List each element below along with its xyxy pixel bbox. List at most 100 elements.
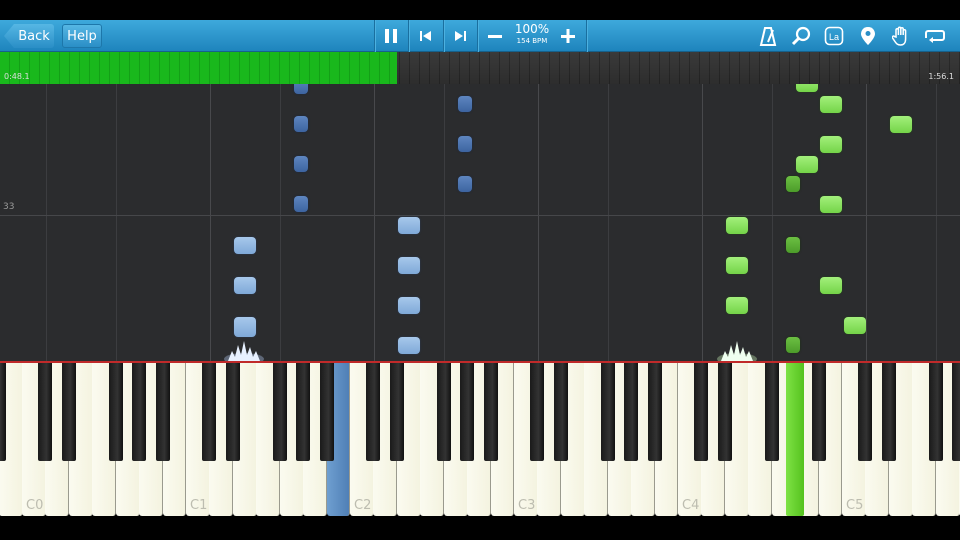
faster-button[interactable] (551, 20, 585, 52)
speed-percent: 100% (514, 22, 550, 36)
note-names-button[interactable]: La (817, 20, 851, 52)
falling-notes-area: 33 (0, 84, 960, 361)
note (796, 84, 818, 92)
black-key-a-sharp0[interactable] (155, 363, 170, 461)
black-key-f-sharp5[interactable] (928, 363, 943, 461)
total-time: 1:56.1 (928, 72, 954, 81)
note (398, 217, 420, 234)
note (294, 116, 308, 132)
grid-line (866, 84, 867, 361)
skip-forward-button[interactable] (443, 20, 477, 52)
grid-line (702, 84, 703, 361)
skip-back-button[interactable] (409, 20, 443, 52)
grid-line (210, 84, 211, 361)
black-key-d-sharp4[interactable] (717, 363, 732, 461)
song-progress-bar[interactable]: 0:48.1 1:56.1 (0, 52, 960, 84)
octave-label: C1 (190, 498, 208, 513)
note (786, 237, 800, 253)
black-key-a-sharp-1[interactable] (0, 363, 6, 461)
note (234, 237, 256, 254)
zoom-button[interactable] (784, 20, 818, 52)
note (844, 317, 866, 334)
black-key-c-sharp3[interactable] (530, 363, 545, 461)
pause-icon (385, 29, 397, 43)
black-key-d-sharp2[interactable] (389, 363, 404, 461)
black-key-f-sharp1[interactable] (272, 363, 287, 461)
grid-line (444, 84, 445, 361)
note (294, 156, 308, 172)
note (398, 297, 420, 314)
loop-button[interactable] (918, 20, 952, 52)
back-button[interactable]: Back (4, 24, 54, 48)
skip-back-icon (420, 31, 431, 41)
note (786, 337, 800, 353)
synthesia-app: Back Help 100% 154 BPM La 0:48.1 1:56.1 … (0, 0, 960, 540)
black-key-d-sharp0[interactable] (61, 363, 76, 461)
toolbar: Back Help 100% 154 BPM La (0, 20, 960, 52)
black-key-g-sharp2[interactable] (460, 363, 475, 461)
octave-label: C5 (846, 498, 864, 513)
black-key-d-sharp5[interactable] (881, 363, 896, 461)
black-key-d-sharp3[interactable] (553, 363, 568, 461)
note (820, 196, 842, 213)
note (820, 136, 842, 153)
black-key-c-sharp2[interactable] (366, 363, 381, 461)
help-button[interactable]: Help (62, 24, 102, 48)
location-pin-icon (861, 27, 875, 45)
black-key-a-sharp3[interactable] (647, 363, 662, 461)
black-key-f-sharp0[interactable] (108, 363, 123, 461)
slower-button[interactable] (478, 20, 512, 52)
measure-number: 33 (3, 202, 15, 212)
black-key-g-sharp3[interactable] (624, 363, 639, 461)
note (458, 96, 472, 112)
bookmark-button[interactable] (851, 20, 885, 52)
hands-button[interactable] (884, 20, 918, 52)
pause-button[interactable] (374, 20, 408, 52)
note (726, 257, 748, 274)
black-key-g-sharp5[interactable] (952, 363, 960, 461)
grid-line (280, 84, 281, 361)
metronome-icon (759, 27, 777, 46)
black-key-f-sharp3[interactable] (600, 363, 615, 461)
black-key-c-sharp0[interactable] (38, 363, 53, 461)
skip-forward-icon (455, 31, 466, 41)
black-key-d-sharp1[interactable] (225, 363, 240, 461)
metronome-button[interactable] (751, 20, 785, 52)
note (796, 156, 818, 173)
black-key-c-sharp1[interactable] (202, 363, 217, 461)
black-key-g-sharp1[interactable] (296, 363, 311, 461)
piano-keyboard: C0 C1 C2 C3 C4 C5 (0, 361, 960, 516)
black-key-f-sharp4[interactable] (764, 363, 779, 461)
black-key-a-sharp4[interactable] (811, 363, 826, 461)
magnifier-icon (791, 26, 811, 46)
black-key-a-sharp2[interactable] (483, 363, 498, 461)
black-key-c-sharp4[interactable] (694, 363, 709, 461)
minus-icon (488, 35, 502, 38)
grid-line (538, 84, 539, 361)
black-key-a-sharp1[interactable] (319, 363, 334, 461)
svg-text:La: La (829, 32, 839, 42)
grid-line (936, 84, 937, 361)
note (234, 317, 256, 337)
note (458, 176, 472, 192)
loop-icon (925, 30, 945, 43)
hand-icon (892, 26, 907, 46)
measure-line (0, 215, 960, 216)
note (398, 257, 420, 274)
grid-line (608, 84, 609, 361)
note (726, 217, 748, 234)
black-key-g-sharp4[interactable] (786, 363, 805, 516)
grid-line (374, 84, 375, 361)
note-name-icon: La (824, 26, 844, 46)
note (786, 176, 800, 192)
note (820, 96, 842, 113)
back-button-label: Back (18, 28, 50, 44)
note (294, 196, 308, 212)
note (234, 277, 256, 294)
octave-label: C3 (518, 498, 536, 513)
note (458, 136, 472, 152)
elapsed-time: 0:48.1 (4, 72, 30, 81)
black-key-c-sharp5[interactable] (858, 363, 873, 461)
black-key-f-sharp2[interactable] (436, 363, 451, 461)
black-key-g-sharp0[interactable] (132, 363, 147, 461)
